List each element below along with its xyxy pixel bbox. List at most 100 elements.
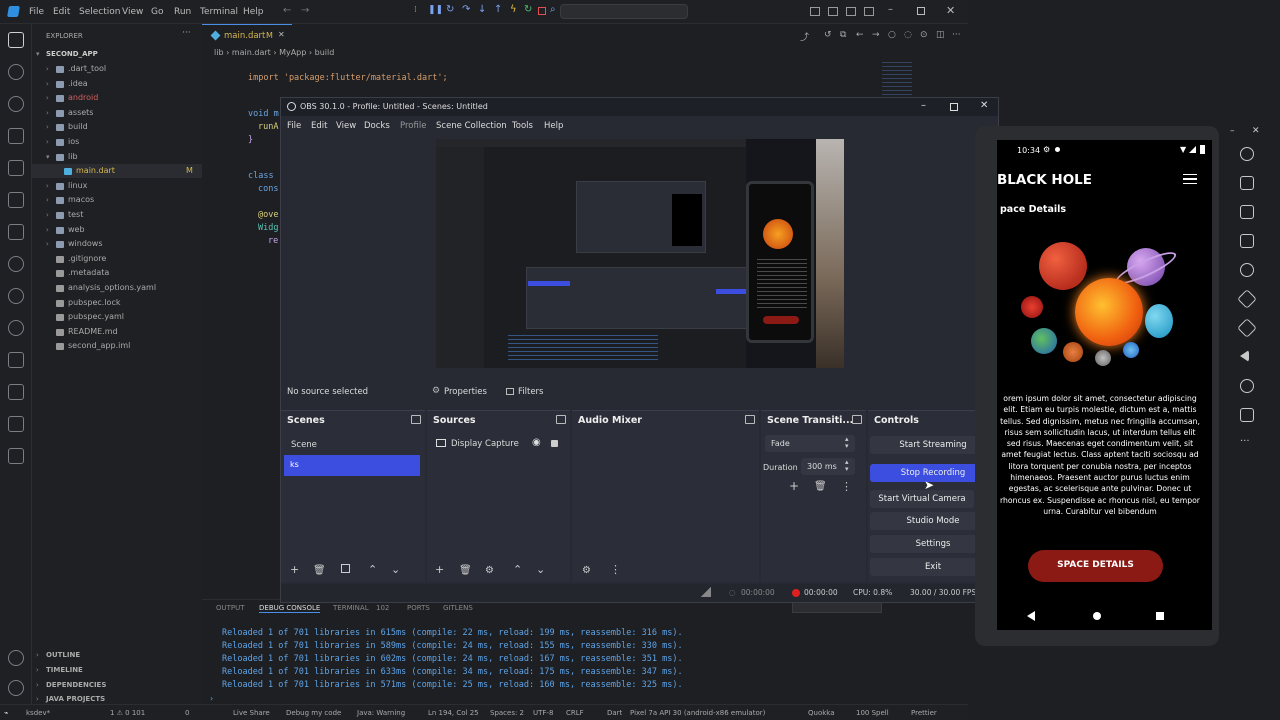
maximize-icon[interactable] — [917, 7, 925, 15]
sync-icon[interactable]: ⊙ — [920, 30, 928, 40]
layout-panel-icon[interactable] — [828, 7, 838, 16]
nav-back-icon[interactable] — [1027, 611, 1035, 621]
file-tree-item[interactable]: › build — [32, 120, 202, 134]
overview-icon[interactable] — [1240, 408, 1254, 422]
file-tree-item[interactable]: › .dart_tool — [32, 62, 202, 76]
layout-icon[interactable] — [810, 7, 820, 16]
live-share-icon[interactable] — [8, 352, 24, 368]
file-tree-item[interactable]: › web — [32, 223, 202, 237]
next-change-icon[interactable]: → — [872, 30, 880, 40]
source-properties-icon[interactable]: ⚙ — [485, 565, 494, 576]
status-debug-mode[interactable]: Debug my code — [286, 709, 341, 717]
obs-menu-tools[interactable]: Tools — [512, 121, 533, 131]
status-language[interactable]: Dart — [607, 709, 622, 717]
pause-icon[interactable]: ❚❚ — [428, 5, 443, 15]
visibility-eye-icon[interactable]: ◉ — [532, 437, 541, 448]
flutter-action-icon[interactable]: ⤴ — [800, 30, 809, 43]
forward-arrow-icon[interactable]: → — [301, 5, 309, 16]
status-live-share[interactable]: Live Share — [233, 709, 270, 717]
file-tree-item[interactable]: pubspec.yaml — [32, 310, 202, 324]
file-tree-item[interactable]: analysis_options.yaml — [32, 281, 202, 295]
obs-maximize-icon[interactable] — [950, 103, 958, 111]
run-debug-icon[interactable] — [8, 128, 24, 144]
file-tree-item[interactable]: › macos — [32, 193, 202, 207]
testing-icon[interactable] — [8, 224, 24, 240]
command-center[interactable] — [560, 4, 688, 19]
panel-tab-gitlens[interactable]: GITLENS — [443, 604, 473, 612]
add-scene-icon[interactable]: + — [290, 563, 299, 576]
drag-handle-icon[interactable]: ⁞ — [414, 5, 417, 15]
volume-down-icon[interactable] — [1240, 205, 1254, 219]
obs-menu-edit[interactable]: Edit — [311, 121, 327, 131]
status-prettier[interactable]: Prettier — [911, 709, 937, 717]
layout-sidebar-icon[interactable] — [846, 7, 856, 16]
gitlens-compare-icon[interactable]: ◌ — [904, 30, 912, 40]
breadcrumb-class[interactable]: MyApp — [279, 48, 306, 57]
add-source-icon[interactable]: + — [435, 563, 444, 576]
add-transition-icon[interactable]: + — [789, 479, 799, 493]
phone-screen[interactable]: 10:34 ⚙ ▼ BLACK HOLE pace Details orem i… — [997, 140, 1212, 630]
move-down-icon[interactable]: ⌄ — [536, 563, 545, 576]
history-icon[interactable]: ↺ — [824, 30, 832, 40]
explorer-more-icon[interactable]: ··· — [182, 28, 191, 38]
menu-terminal[interactable]: Terminal — [200, 7, 238, 17]
rotate-left-icon[interactable] — [1237, 289, 1257, 309]
remote-icon[interactable]: ⌁ — [4, 709, 8, 717]
transition-more-icon[interactable]: ⋮ — [841, 480, 852, 493]
step-over-icon[interactable]: ↷ — [462, 4, 470, 15]
emu-minimize-icon[interactable]: – — [1230, 126, 1235, 136]
undock-icon[interactable] — [745, 415, 755, 424]
file-tree-item[interactable]: › assets — [32, 106, 202, 120]
scene-item-selected[interactable]: ks — [284, 455, 420, 476]
step-out-icon[interactable]: ↑ — [494, 4, 502, 15]
menu-view[interactable]: View — [122, 7, 143, 17]
obs-preview-canvas[interactable] — [436, 139, 844, 368]
menu-edit[interactable]: Edit — [53, 7, 70, 17]
settings-gear-icon[interactable] — [8, 680, 24, 696]
menu-go[interactable]: Go — [151, 7, 163, 17]
source-item[interactable]: Display Capture ◉ — [430, 435, 566, 453]
panel-tab-output[interactable]: OUTPUT — [216, 604, 245, 612]
obs-menu-scene-collection[interactable]: Scene Collection — [436, 121, 507, 131]
remove-source-icon[interactable]: 🗑 — [459, 565, 472, 576]
section-outline[interactable]: › OUTLINE — [32, 648, 202, 662]
project-root[interactable]: ▾ SECOND_APP — [32, 47, 202, 61]
breadcrumb-lib[interactable]: lib — [214, 48, 224, 57]
status-quokka[interactable]: Quokka — [808, 709, 835, 717]
status-position[interactable]: Ln 194, Col 25 — [428, 709, 479, 717]
zoom-icon[interactable] — [1240, 263, 1254, 277]
panel-tab-debug-console[interactable]: DEBUG CONSOLE — [259, 604, 321, 613]
section-dependencies[interactable]: › DEPENDENCIES — [32, 678, 202, 692]
duration-spinbox[interactable]: 300 ms ▴ ▾ — [801, 458, 855, 475]
minimize-icon[interactable]: – — [888, 4, 893, 15]
panel-tab-terminal[interactable]: TERMINAL — [333, 604, 369, 612]
home-icon[interactable] — [1240, 379, 1254, 393]
camera-icon[interactable] — [1240, 234, 1254, 248]
file-tree-item[interactable]: second_app.iml — [32, 339, 202, 353]
customize-layout-icon[interactable] — [864, 7, 874, 16]
file-tree-item[interactable]: › test — [32, 208, 202, 222]
transition-select[interactable]: Fade ▴ ▾ — [765, 435, 855, 452]
space-details-button[interactable]: SPACE DETAILS — [1028, 550, 1163, 582]
start-virtual-camera-button[interactable]: Start Virtual Camera — [870, 490, 974, 508]
file-tree-item[interactable]: › .idea — [32, 77, 202, 91]
section-timeline[interactable]: › TIMELINE — [32, 663, 202, 677]
lock-icon[interactable] — [551, 440, 558, 447]
status-branch[interactable]: ksdev* — [26, 709, 50, 717]
hot-restart-icon[interactable]: ↻ — [524, 4, 532, 15]
emu-close-icon[interactable]: ✕ — [1252, 126, 1260, 136]
status-device[interactable]: Pixel 7a API 30 (android-x86 emulator) — [630, 709, 765, 717]
remove-scene-icon[interactable]: 🗑 — [313, 565, 326, 576]
menu-file[interactable]: File — [29, 7, 44, 17]
file-tree-item[interactable]: › ios — [32, 135, 202, 149]
status-java[interactable]: Java: Warning — [357, 709, 405, 717]
properties-button[interactable]: ⚙ Properties — [429, 383, 491, 400]
menu-help[interactable]: Help — [243, 7, 264, 17]
move-up-icon[interactable]: ⌃ — [368, 563, 377, 576]
obs-menu-docks[interactable]: Docks — [364, 121, 390, 131]
step-into-icon[interactable]: ↓ — [478, 4, 486, 15]
obs-menu-view[interactable]: View — [336, 121, 356, 131]
restart-icon[interactable]: ↻ — [446, 4, 454, 15]
file-tree-item[interactable]: › windows — [32, 237, 202, 251]
status-encoding[interactable]: UTF-8 — [533, 709, 553, 717]
